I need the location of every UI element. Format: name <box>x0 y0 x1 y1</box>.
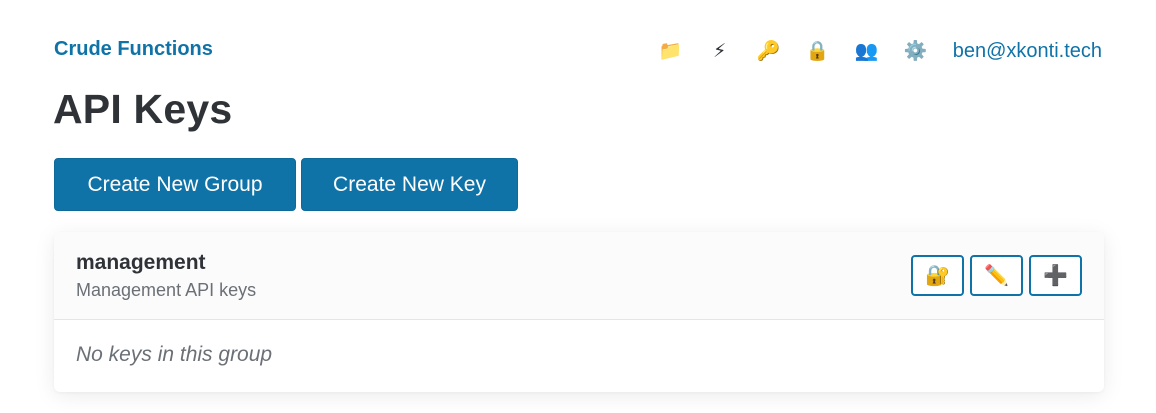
key-icon[interactable]: 🔑 <box>756 38 782 64</box>
gear-icon[interactable]: ⚙️ <box>903 38 929 64</box>
group-name: management <box>76 251 206 274</box>
add-key-button[interactable]: ➕ <box>1029 255 1082 296</box>
user-email-link[interactable]: ben@xkonti.tech <box>953 40 1102 63</box>
folder-icon[interactable]: 📁 <box>658 38 684 64</box>
plus-icon: ➕ <box>1043 264 1068 287</box>
lock-icon[interactable]: 🔒 <box>805 38 831 64</box>
empty-keys-message: No keys in this group <box>76 343 273 366</box>
lock-with-key-icon: 🔐 <box>925 264 950 287</box>
page-title: API Keys <box>53 86 233 132</box>
group-actions: 🔐 ✏️ ➕ <box>905 255 1082 296</box>
group-card-header: management Management API keys 🔐 ✏️ ➕ <box>54 232 1104 320</box>
manage-access-button[interactable]: 🔐 <box>911 255 964 296</box>
pencil-icon: ✏️ <box>984 264 1009 287</box>
top-nav: 📁 ⚡ 🔑 🔒 👥 ⚙️ ben@xkonti.tech <box>658 36 1102 66</box>
page: Crude Functions 📁 ⚡ 🔑 🔒 👥 ⚙️ ben@xkonti.… <box>0 0 1156 413</box>
brand-link[interactable]: Crude Functions <box>54 38 213 61</box>
create-key-button[interactable]: Create New Key <box>301 158 518 211</box>
group-description: Management API keys <box>76 280 257 300</box>
group-card: management Management API keys 🔐 ✏️ ➕ No… <box>54 232 1104 392</box>
edit-group-button[interactable]: ✏️ <box>970 255 1023 296</box>
create-group-button[interactable]: Create New Group <box>54 158 296 211</box>
lightning-icon[interactable]: ⚡ <box>707 38 733 64</box>
group-card-body: No keys in this group <box>54 320 1104 389</box>
users-icon[interactable]: 👥 <box>854 38 880 64</box>
